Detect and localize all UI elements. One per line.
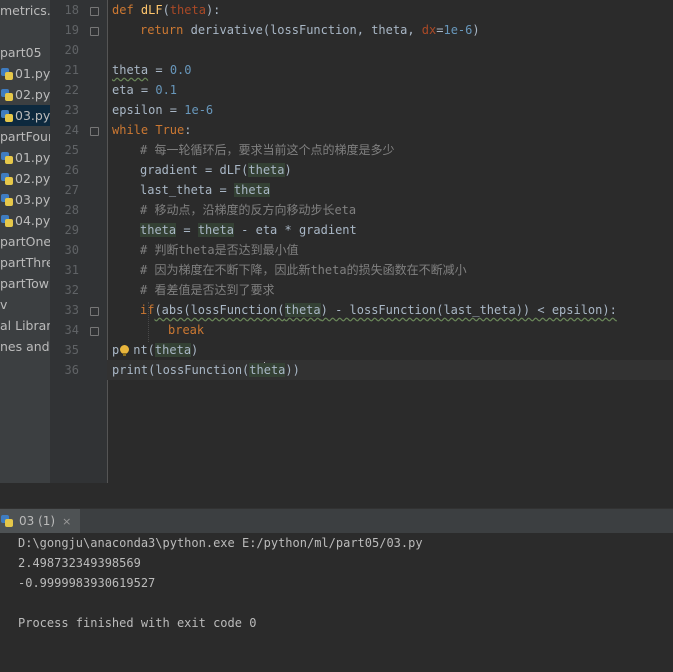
tree-item-partone[interactable]: partOne bbox=[0, 231, 50, 252]
tree-item-label: al Librari bbox=[0, 318, 50, 333]
run-tab-label: 03 (1) bbox=[19, 514, 56, 528]
tree-item-label: 01.py bbox=[15, 150, 50, 165]
tree-item-external-libraries[interactable]: al Librari bbox=[0, 315, 50, 336]
tree-item-04py[interactable]: 04.py bbox=[0, 210, 50, 231]
tree-item-03py-selected[interactable]: 03.py bbox=[0, 105, 50, 126]
code-line-19[interactable]: return derivative(lossFunction, theta, d… bbox=[140, 20, 480, 40]
console-line: Process finished with exit code 0 bbox=[18, 616, 257, 630]
line-number: 30 bbox=[64, 243, 79, 257]
code-line-22[interactable]: eta = 0.1 bbox=[112, 80, 177, 100]
code-line-30[interactable]: # 判断theta是否达到最小值 bbox=[140, 240, 299, 260]
tree-item-label: nes and C bbox=[0, 339, 50, 354]
line-number: 31 bbox=[64, 263, 79, 277]
tree-item-01py[interactable]: 01.py bbox=[0, 63, 50, 84]
code-line-21[interactable]: theta = 0.0 bbox=[112, 60, 192, 80]
run-console[interactable]: D:\gongju\anaconda3\python.exe E:/python… bbox=[0, 533, 673, 672]
line-number: 19 bbox=[64, 23, 79, 37]
code-line-26[interactable]: gradient = dLF(theta) bbox=[140, 160, 292, 180]
fold-marker-icon[interactable] bbox=[90, 307, 99, 316]
tree-item-partthree[interactable]: partThree bbox=[0, 252, 50, 273]
tree-item-label: partThree bbox=[0, 255, 50, 270]
code-line-28[interactable]: # 移动点，沿梯度的反方向移动步长eta bbox=[140, 200, 356, 220]
tree-item-partfour[interactable]: partFour bbox=[0, 126, 50, 147]
fold-marker-icon[interactable] bbox=[90, 127, 99, 136]
console-line: -0.9999983930619527 bbox=[18, 576, 156, 590]
fold-marker-icon[interactable] bbox=[90, 27, 99, 36]
line-number: 24 bbox=[64, 123, 79, 137]
line-number: 20 bbox=[64, 43, 79, 57]
code-line-34[interactable]: break bbox=[168, 320, 204, 340]
line-number: 26 bbox=[64, 163, 79, 177]
tree-item-label: 02.py bbox=[15, 87, 50, 102]
code-line-32[interactable]: # 看差值是否达到了要求 bbox=[140, 280, 274, 300]
tree-item-label: 02.py bbox=[15, 171, 50, 186]
line-number: 29 bbox=[64, 223, 79, 237]
fold-marker-icon[interactable] bbox=[90, 7, 99, 16]
tree-item-label: part05 bbox=[0, 45, 42, 60]
code-editor[interactable]: def dLF(theta): return derivative(lossFu… bbox=[107, 0, 673, 483]
line-number: 25 bbox=[64, 143, 79, 157]
line-number: 36 bbox=[64, 363, 79, 377]
tree-item-venv[interactable]: v bbox=[0, 294, 50, 315]
tree-item-03py[interactable]: 03.py bbox=[0, 189, 50, 210]
tree-item-label: 03.py bbox=[15, 192, 50, 207]
tree-item-01py[interactable]: 01.py bbox=[0, 147, 50, 168]
function-name: dLF bbox=[140, 3, 163, 17]
tree-item-label: 03.py bbox=[15, 108, 50, 123]
project-tree: metrics.p part05 01.py 02.py 03.py partF… bbox=[0, 0, 50, 492]
line-number: 33 bbox=[64, 303, 79, 317]
code-line-25[interactable]: # 每一轮循环后，要求当前这个点的梯度是多少 bbox=[140, 140, 394, 160]
tree-item-label: v bbox=[0, 297, 8, 312]
line-number: 21 bbox=[64, 63, 79, 77]
console-line: D:\gongju\anaconda3\python.exe E:/python… bbox=[18, 536, 423, 550]
python-file-icon bbox=[1, 89, 13, 101]
tree-item-parttow[interactable]: partTow bbox=[0, 273, 50, 294]
line-number: 32 bbox=[64, 283, 79, 297]
python-file-icon bbox=[1, 194, 13, 206]
parameter: theta bbox=[169, 3, 206, 17]
keyword: def bbox=[112, 3, 141, 17]
line-number-gutter: 18 19 20 21 22 23 24 25 26 27 28 29 30 3… bbox=[50, 0, 108, 483]
tree-item-label: 01.py bbox=[15, 66, 50, 81]
python-file-icon bbox=[1, 173, 13, 185]
fold-marker-icon[interactable] bbox=[90, 327, 99, 336]
close-icon[interactable]: × bbox=[62, 516, 72, 527]
tree-item-label: metrics.p bbox=[0, 3, 50, 18]
code-line-23[interactable]: epsilon = 1e-6 bbox=[112, 100, 213, 120]
python-file-icon bbox=[1, 152, 13, 164]
tree-item-02py[interactable]: 02.py bbox=[0, 168, 50, 189]
tree-item-label: partOne bbox=[0, 234, 50, 249]
python-file-icon bbox=[1, 68, 13, 80]
console-line: 2.498732349398569 bbox=[18, 556, 141, 570]
code-line-36-current[interactable]: print(lossFunction(theta)) bbox=[107, 360, 673, 380]
tree-item-02py[interactable]: 02.py bbox=[0, 84, 50, 105]
code-line-18[interactable]: def dLF(theta): bbox=[112, 0, 220, 20]
python-file-icon bbox=[1, 110, 13, 122]
line-number: 28 bbox=[64, 203, 79, 217]
tree-item-metrics[interactable]: metrics.p bbox=[0, 0, 50, 21]
tree-item-part05[interactable]: part05 bbox=[0, 42, 50, 63]
code-line-33[interactable]: if(abs(lossFunction(theta) - lossFunctio… bbox=[140, 300, 617, 320]
line-number: 34 bbox=[64, 323, 79, 337]
python-file-icon bbox=[1, 215, 13, 227]
code-line-35[interactable]: p nt(theta) bbox=[112, 340, 198, 360]
panel-splitter[interactable] bbox=[0, 483, 673, 508]
code-line-27[interactable]: last_theta = theta bbox=[140, 180, 271, 200]
tree-item-scratches[interactable]: nes and C bbox=[0, 336, 50, 357]
python-file-icon bbox=[1, 515, 13, 527]
line-number: 22 bbox=[64, 83, 79, 97]
line-number: 27 bbox=[64, 183, 79, 197]
tree-item-label: 04.py bbox=[15, 213, 50, 228]
line-number: 35 bbox=[64, 343, 79, 357]
code-line-29[interactable]: theta = theta - eta * gradient bbox=[140, 220, 357, 240]
line-number: 18 bbox=[64, 3, 79, 17]
tree-item-label: partTow bbox=[0, 276, 50, 291]
run-toolbar: 03 (1) × bbox=[0, 508, 673, 534]
indent-guide bbox=[148, 302, 149, 342]
code-line-24[interactable]: while True: bbox=[112, 120, 192, 140]
tree-item-label: partFour bbox=[0, 129, 50, 144]
code-line-31[interactable]: # 因为梯度在不断下降，因此新theta的损失函数在不断减小 bbox=[140, 260, 467, 280]
line-number: 23 bbox=[64, 103, 79, 117]
run-tab[interactable]: 03 (1) × bbox=[0, 509, 81, 533]
